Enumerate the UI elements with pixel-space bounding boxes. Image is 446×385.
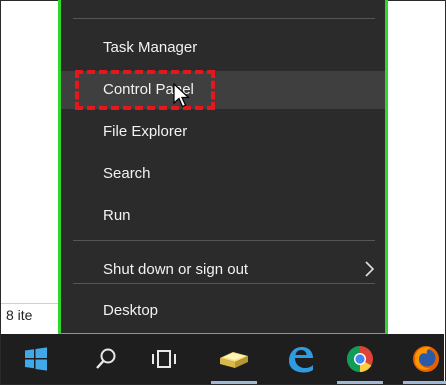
file-explorer-icon	[220, 352, 248, 368]
search-button[interactable]	[77, 334, 135, 384]
mouse-cursor-icon	[173, 83, 191, 108]
menu-separator	[73, 18, 375, 19]
start-button[interactable]	[7, 334, 65, 384]
task-view-button[interactable]	[135, 334, 193, 384]
search-icon	[96, 348, 116, 369]
menu-item-label: Desktop	[103, 302, 159, 319]
windows-start-icon	[25, 347, 47, 371]
menu-item-task-manager[interactable]: Task Manager	[61, 29, 385, 67]
menu-separator	[73, 240, 375, 241]
edge-taskbar-button[interactable]	[271, 334, 329, 384]
menu-item-run[interactable]: Run	[61, 197, 385, 235]
firefox-taskbar-button[interactable]	[397, 334, 446, 384]
chrome-icon	[346, 345, 373, 373]
status-divider	[1, 303, 61, 304]
menu-item-search[interactable]: Search	[61, 155, 385, 193]
task-view-icon	[152, 350, 176, 368]
firefox-icon	[413, 346, 439, 372]
taskbar	[1, 334, 446, 384]
menu-item-label: Search	[103, 165, 151, 182]
active-app-indicator	[211, 381, 257, 384]
chevron-right-icon	[365, 261, 375, 277]
file-explorer-taskbar-button[interactable]	[205, 334, 263, 384]
menu-item-label: Run	[103, 207, 131, 224]
menu-item-label: Shut down or sign out	[103, 261, 249, 278]
menu-separator	[73, 283, 375, 284]
active-app-indicator	[337, 381, 383, 384]
menu-item-label: File Explorer	[103, 123, 188, 140]
edge-icon	[289, 347, 313, 373]
power-user-menu: Task Manager Control Panel File Explorer…	[58, 0, 388, 336]
highlight-annotation	[75, 70, 215, 110]
active-app-indicator	[403, 381, 446, 384]
chrome-taskbar-button[interactable]	[331, 334, 389, 384]
menu-item-file-explorer[interactable]: File Explorer	[61, 113, 385, 151]
item-count: 8 ite	[6, 307, 33, 323]
menu-item-label: Task Manager	[103, 39, 198, 56]
menu-item-desktop[interactable]: Desktop	[61, 292, 385, 330]
